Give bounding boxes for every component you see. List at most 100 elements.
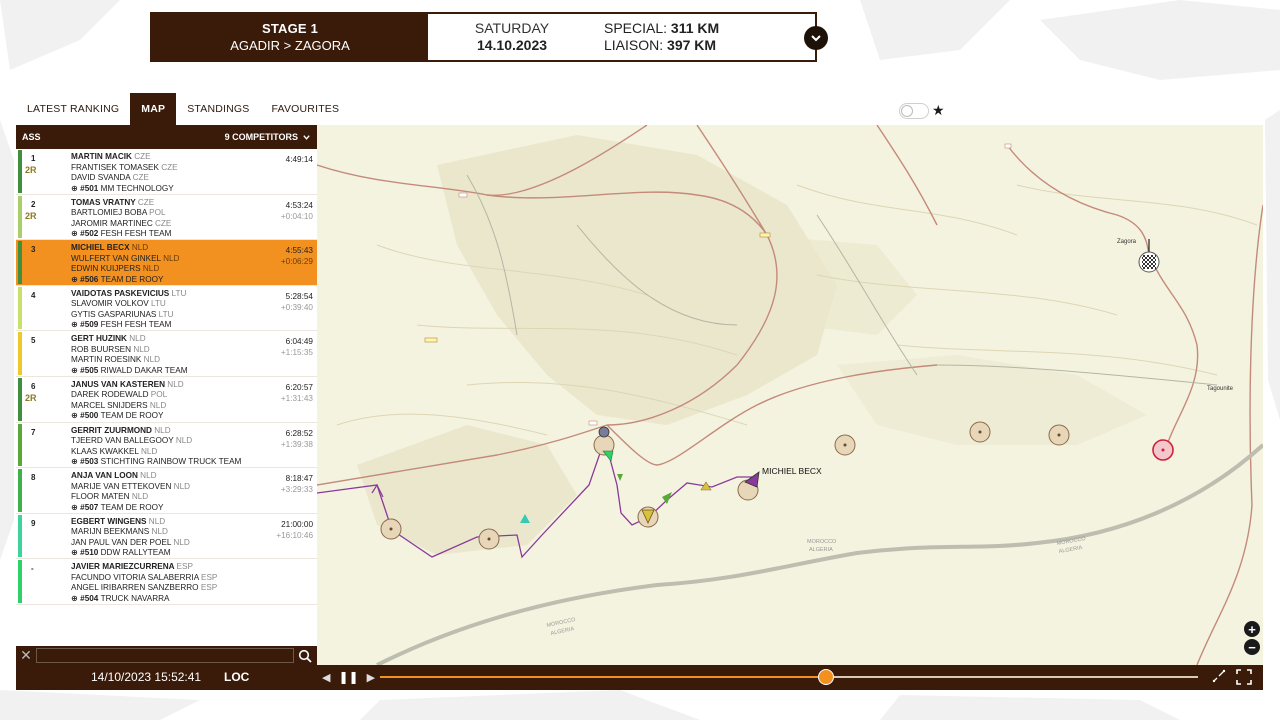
two-r-badge: 2R <box>25 210 37 221</box>
rank-color-bar <box>18 560 22 603</box>
time-gap: +1:15:35 <box>280 348 313 358</box>
crew-names: GERRIT ZUURMOND NLD TJEERD VAN BALLEGOOY … <box>71 426 241 468</box>
time-block: 6:28:52 +1:39:38 <box>281 428 313 450</box>
driver-name: TOMAS VRATNY CZE <box>71 197 155 207</box>
tab-standings[interactable]: STANDINGS <box>176 93 261 125</box>
driver-name: ANJA VAN LOON NLD <box>71 471 157 481</box>
competitor-row[interactable]: 8 ANJA VAN LOON NLD MARIJE VAN ETTEKOVEN N… <box>16 468 317 514</box>
rewind-icon[interactable]: ◀ <box>322 671 330 684</box>
team-line: ⊕ #503 STICHTING RAINBOW TRUCK TEAM <box>71 457 242 467</box>
stage-title: STAGE 1 <box>261 21 319 36</box>
mechanic-name: ANGEL IRIBARREN SANZBERRO ESP <box>71 583 218 593</box>
stage-time: 21:00:00 <box>281 519 313 529</box>
stage-route: AGADIR > ZAGORA <box>230 38 350 53</box>
codriver-name: MARIJE VAN ETTEKOVEN NLD <box>71 481 191 491</box>
map-view[interactable]: MOROCCO ALGERIA MOROCCO ALGERIA MOROCCO … <box>317 125 1263 665</box>
driver-name: JAVIER MARIEZCURRENA ESP <box>71 562 193 572</box>
tab-latest-ranking[interactable]: LATEST RANKING <box>16 93 131 125</box>
time-gap: +3:29:33 <box>280 485 313 495</box>
competitor-row[interactable]: 1 2R MARTIN MACIK CZE FRANTISEK TOMASEK CZE… <box>16 149 317 195</box>
stage-date: 14.10.2023 <box>476 37 548 53</box>
codriver-name: DAREK RODEWALD POL <box>71 390 168 400</box>
team-line: ⊕ #504 TRUCK NAVARRA <box>71 593 170 603</box>
stage-time: 4:49:14 <box>285 155 313 164</box>
crew-names: MICHIEL BECX NLD WULFERT VAN GINKEL NLD ED… <box>71 243 179 285</box>
time-gap: +1:39:38 <box>280 439 313 449</box>
time-block: 4:55:43 +0:06:29 <box>281 245 313 267</box>
rank-color-bar <box>18 286 22 330</box>
competitor-row[interactable]: - JAVIER MARIEZCURRENA ESP FACUNDO VITORIA… <box>16 559 317 605</box>
timeline-progress <box>380 676 826 678</box>
stage-info: STAGE 1 AGADIR > ZAGORA <box>152 14 428 60</box>
mechanic-name: EDWIN KUIJPERS NLD <box>71 264 160 274</box>
stage-time: 4:55:43 <box>285 246 313 256</box>
competitor-row[interactable]: 6 2R JANUS VAN KASTEREN NLD DAREK RODEWALD … <box>16 377 317 423</box>
mechanic-name: GYTIS GASPARIUNAS LTU <box>71 309 174 319</box>
stage-time: 6:04:49 <box>285 337 313 347</box>
team-line: ⊕ #507 TEAM DE ROOY <box>71 502 164 512</box>
zoom-in-button[interactable]: + <box>1244 621 1260 637</box>
rank-color-bar <box>18 150 22 193</box>
stage-time: 6:28:52 <box>285 428 313 438</box>
mechanic-name: DAVID SVANDA CZE <box>71 173 149 182</box>
codriver-name: TJEERD VAN BALLEGOOY NLD <box>71 436 193 446</box>
time-gap: +0:06:29 <box>280 257 313 267</box>
stage-distances: SPECIAL: 311 KM LIAISON: 397 KM <box>604 20 719 54</box>
fullscreen-icon[interactable] <box>1236 669 1252 685</box>
map-layer-toggle[interactable] <box>899 103 929 119</box>
competitor-row[interactable]: 2 2R TOMAS VRATNY CZE BARTLOMIEJ BOBA POL JA… <box>16 195 317 241</box>
chevron-down-icon <box>303 134 310 140</box>
codriver-name: BARTLOMIEJ BOBA POL <box>71 208 166 218</box>
tab-map[interactable]: MAP <box>130 93 177 125</box>
tab-bar: LATEST RANKING MAP STANDINGS FAVOURITES <box>16 93 351 125</box>
driver-name: VAIDOTAS PASKEVICIUS LTU <box>71 288 187 298</box>
timeline-handle[interactable] <box>817 669 834 685</box>
border-label-algeria-1: ALGERIA <box>550 626 575 637</box>
path-icon[interactable] <box>1212 669 1226 683</box>
competitor-row[interactable]: 5 GERT HUZINK NLD ROB BUURSEN NLD MARTIN RO… <box>16 331 317 377</box>
search-icon <box>298 649 312 663</box>
stage-expand-button[interactable] <box>804 26 828 50</box>
competitors-dropdown[interactable]: 9 COMPETITORS <box>225 132 311 142</box>
playback-mode[interactable]: LOC <box>224 670 249 684</box>
pause-icon[interactable]: ❚❚ <box>338 670 358 684</box>
competitor-list: 1 2R MARTIN MACIK CZE FRANTISEK TOMASEK CZE… <box>16 149 317 605</box>
tab-favourites[interactable]: FAVOURITES <box>260 93 351 125</box>
mechanic-name: FLOOR MATEN NLD <box>71 492 149 502</box>
star-icon[interactable]: ★ <box>932 102 945 119</box>
team-line: ⊕ #501 MM TECHNOLOGY <box>71 183 174 193</box>
place-label-tagounite: Tagounite <box>1207 386 1234 392</box>
time-gap: +0:39:40 <box>280 302 313 312</box>
rank-color-bar <box>18 423 22 467</box>
time-block: 4:53:24 +0:04:10 <box>281 200 313 222</box>
competitor-row[interactable]: 4 VAIDOTAS PASKEVICIUS LTU SLAVOMIR VOLKOV… <box>16 286 317 332</box>
competitor-row[interactable]: 9 EGBERT WINGENS NLD MARIJN BEEKMANS NLD JA… <box>16 514 317 560</box>
competitor-row[interactable]: 3 MICHIEL BECX NLD WULFERT VAN GINKEL NLD E… <box>16 240 317 286</box>
map-canvas[interactable]: MOROCCO ALGERIA MOROCCO ALGERIA MOROCCO … <box>317 125 1263 665</box>
view-controls <box>1212 669 1252 685</box>
search-button[interactable] <box>294 649 316 663</box>
time-gap: +0:04:10 <box>280 211 313 221</box>
crew-names: ANJA VAN LOON NLD MARIJE VAN ETTEKOVEN NL… <box>71 471 190 513</box>
driver-name: EGBERT WINGENS NLD <box>71 516 166 526</box>
stage-time: 5:28:54 <box>285 291 313 301</box>
competitor-row[interactable]: 7 GERRIT ZUURMOND NLD TJEERD VAN BALLEGOOY… <box>16 423 317 469</box>
search-input[interactable] <box>36 648 294 663</box>
mechanic-name: MARCEL SNIJDERS NLD <box>71 400 167 410</box>
forward-icon[interactable]: ▶ <box>367 671 375 684</box>
time-block: 5:28:54 +0:39:40 <box>281 291 313 313</box>
stage-time: 8:18:47 <box>285 474 313 484</box>
rank-color-bar <box>18 514 22 558</box>
zoom-out-button[interactable]: − <box>1244 639 1260 655</box>
finish-flag-icon <box>1138 239 1160 273</box>
border-label-algeria-3: ALGERIA <box>1058 545 1083 555</box>
rank-number: 8 <box>31 473 36 483</box>
mechanic-name: KLAAS KWAKKEL NLD <box>71 446 158 456</box>
timeline-slider[interactable] <box>380 669 1198 685</box>
rank-color-bar <box>18 469 22 512</box>
crew-names: MARTIN MACIK CZE FRANTISEK TOMASEK CZE DAV… <box>71 152 178 194</box>
driver-name: MARTIN MACIK CZE <box>71 152 151 161</box>
close-icon[interactable]: ✕ <box>16 647 36 664</box>
rank-number: 3 <box>31 245 36 255</box>
stage-time: 4:53:24 <box>285 200 313 210</box>
